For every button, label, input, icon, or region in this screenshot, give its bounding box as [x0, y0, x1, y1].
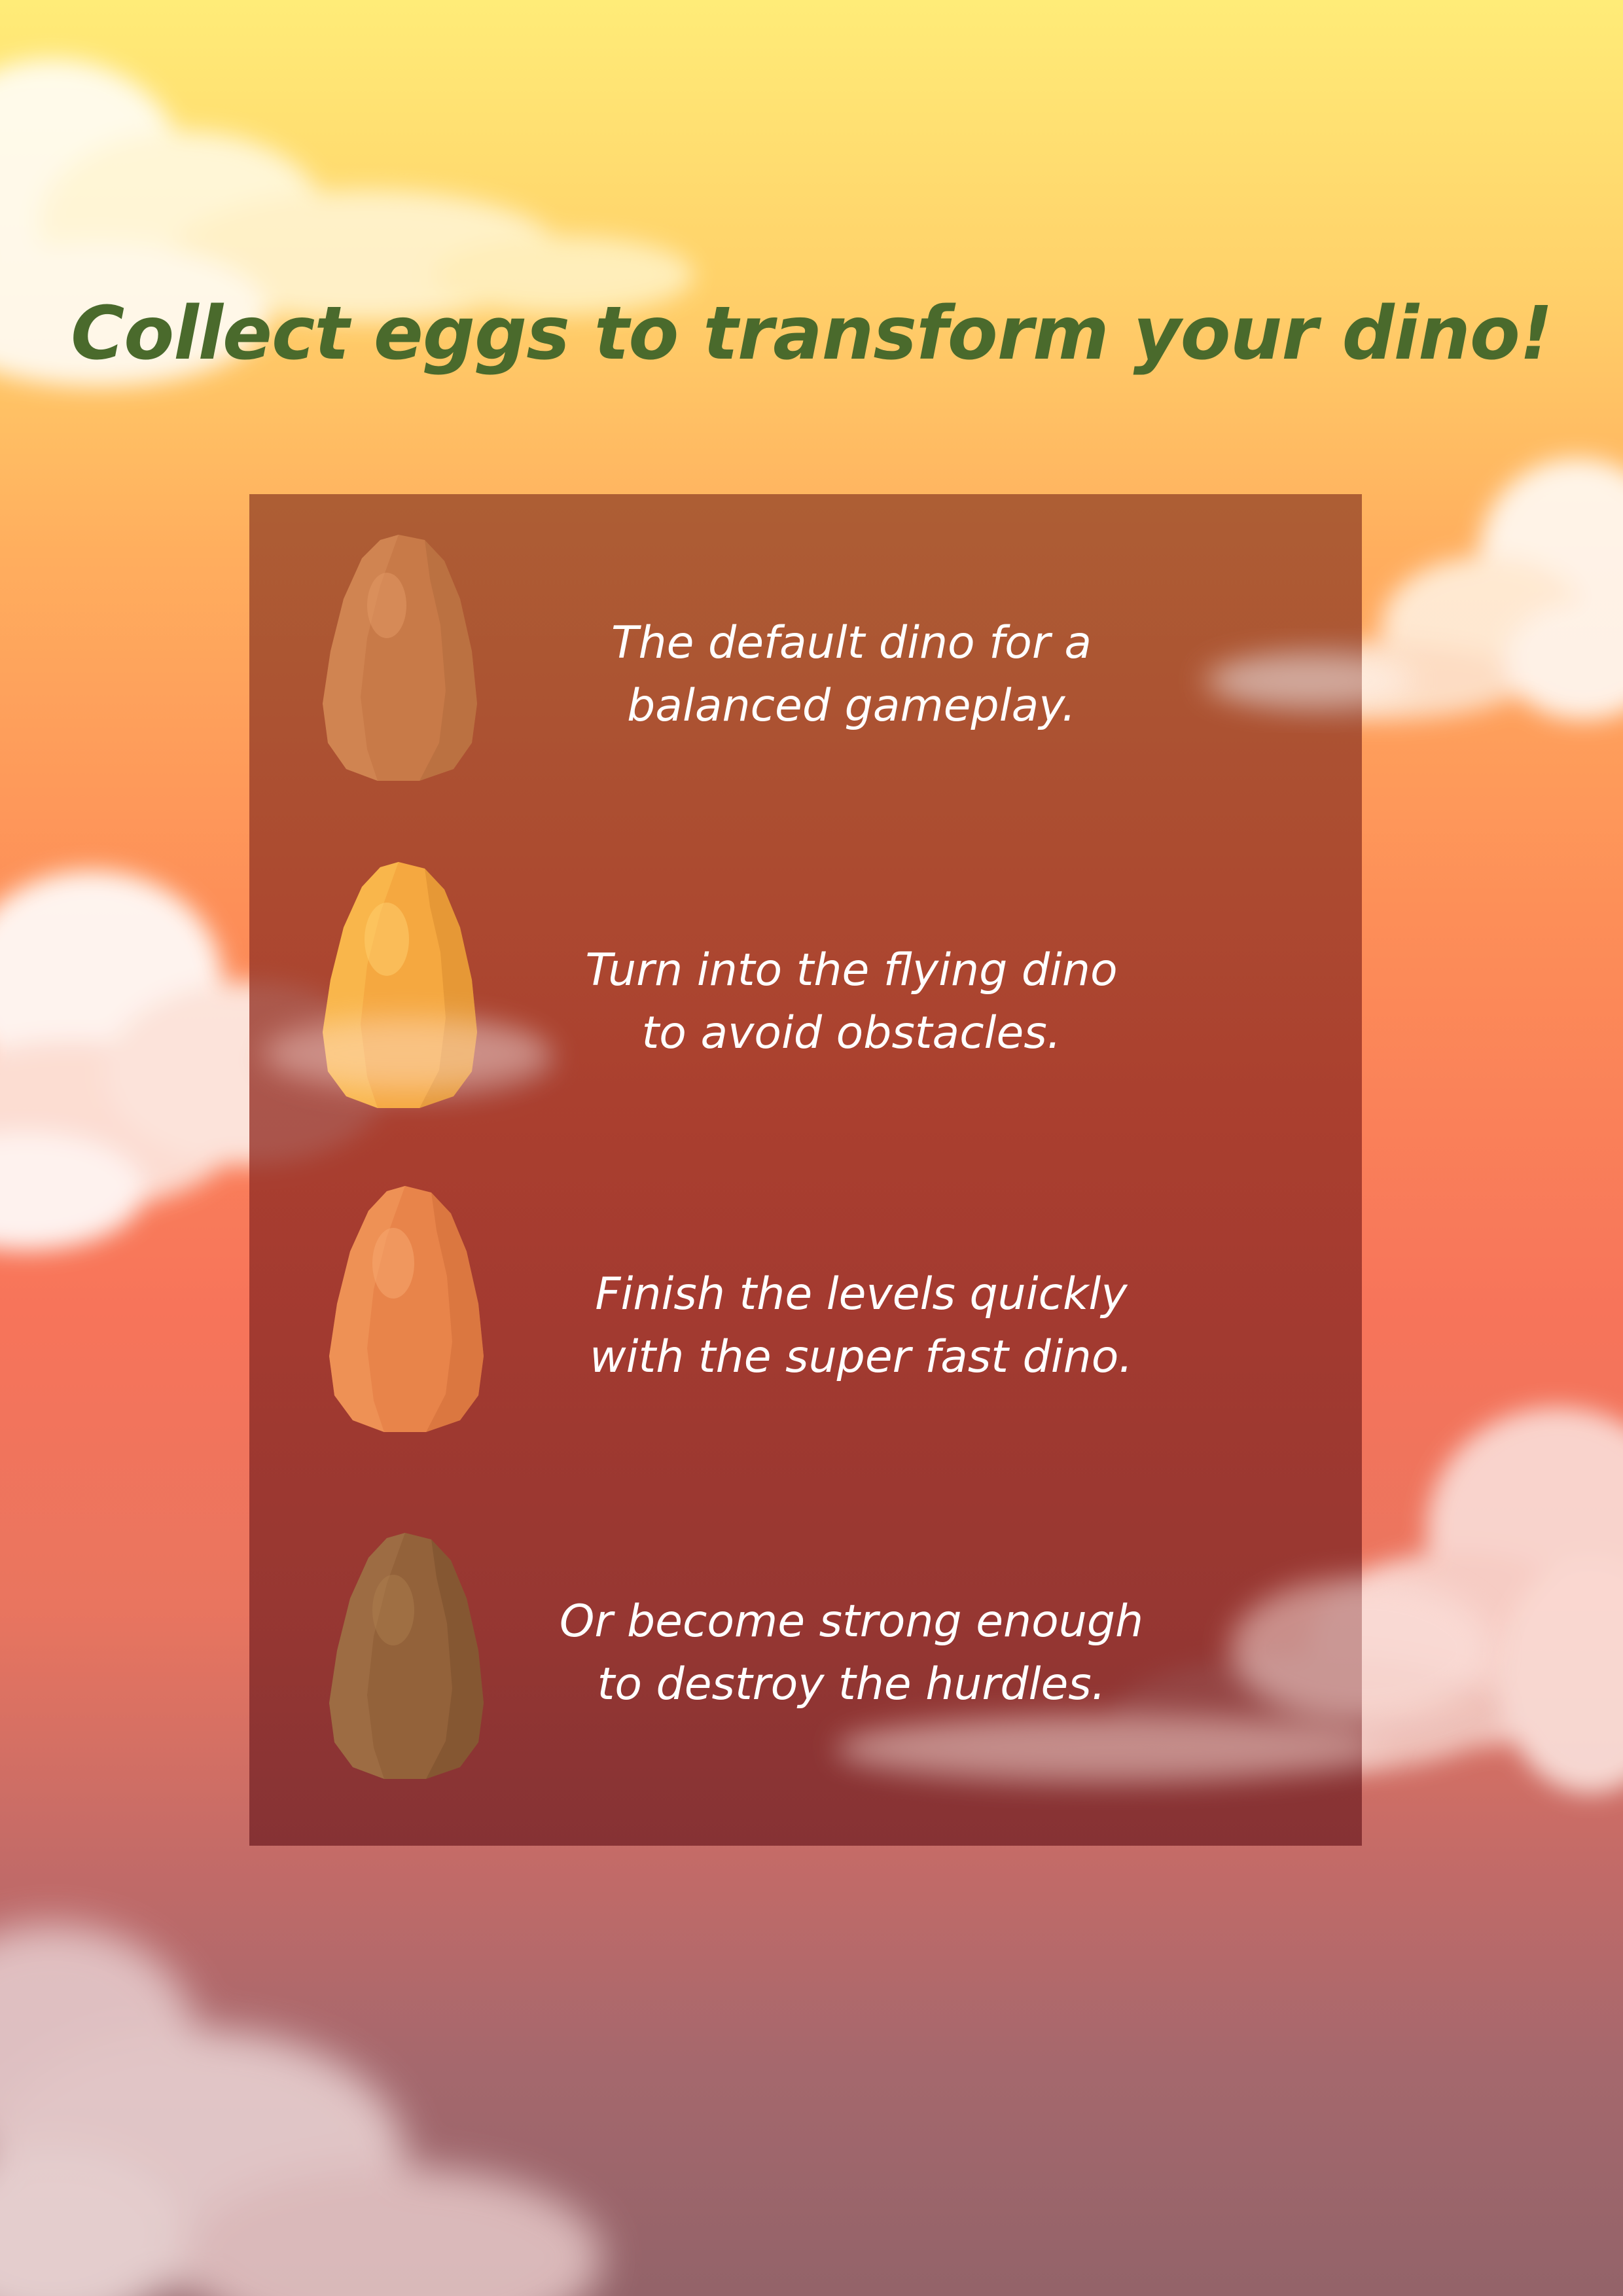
egg-description-fast: Finish the levels quickly with the super… — [534, 1263, 1188, 1389]
yellow-egg-icon — [323, 862, 477, 1108]
description-line-2: with the super fast dino. — [590, 1331, 1133, 1383]
page-title: Collect eggs to transform your dino! — [71, 291, 1553, 376]
orange-egg-icon — [329, 1186, 484, 1432]
egg-list-panel: The default dino for a balanced gameplay… — [249, 494, 1362, 1846]
egg-card-strong: Or become strong enough to destroy the h… — [249, 1532, 1362, 1806]
egg-card-default: The default dino for a balanced gameplay… — [249, 533, 1362, 808]
egg-card-flying: Turn into the flying dino to avoid obsta… — [249, 861, 1362, 1136]
egg-card-fast: Finish the levels quickly with the super… — [249, 1185, 1362, 1460]
description-line-2: to avoid obstacles. — [641, 1007, 1061, 1059]
poster-page: Collect eggs to transform your dino! The… — [0, 0, 1623, 2296]
description-line-2: to destroy the hurdles. — [597, 1659, 1106, 1710]
description-line-1: Turn into the flying dino — [585, 944, 1118, 996]
egg-description-flying: Turn into the flying dino to avoid obsta… — [524, 939, 1179, 1065]
egg-description-strong: Or become strong enough to destroy the h… — [524, 1590, 1179, 1716]
brown-egg-icon — [323, 535, 477, 781]
description-line-1: The default dino for a — [611, 617, 1092, 669]
egg-description-default: The default dino for a balanced gameplay… — [524, 612, 1179, 738]
dark-brown-egg-icon — [329, 1533, 484, 1779]
description-line-1: Finish the levels quickly — [595, 1268, 1128, 1320]
description-line-2: balanced gameplay. — [627, 680, 1076, 732]
description-line-1: Or become strong enough — [559, 1596, 1144, 1647]
cloud-bottom-left — [0, 1924, 602, 2296]
